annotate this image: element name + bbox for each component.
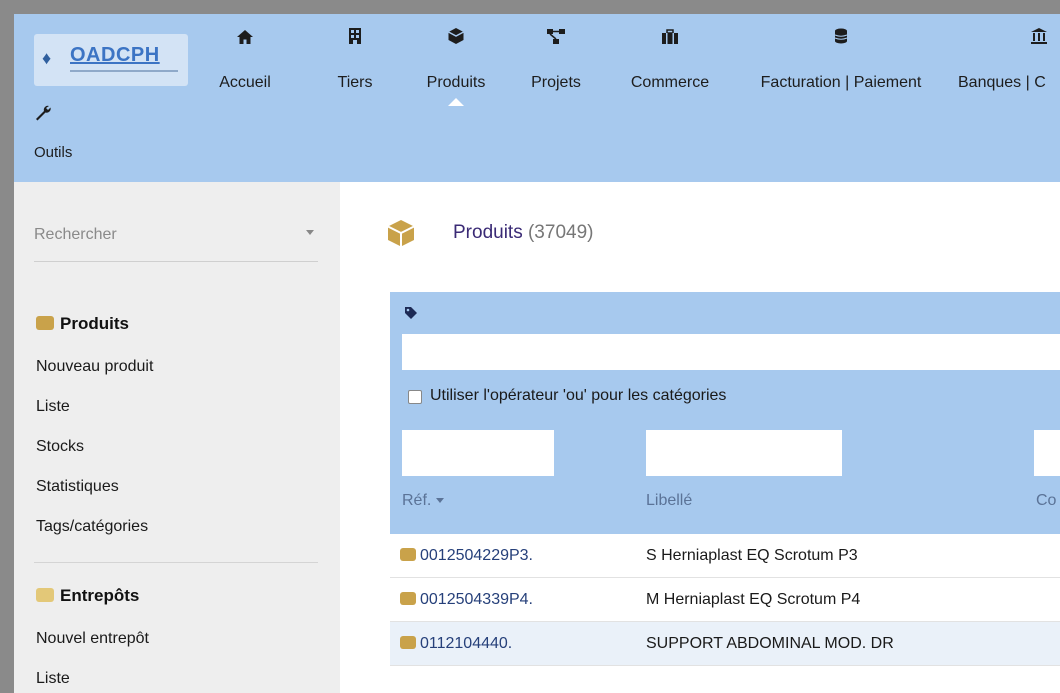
- sidebar-section-entrepots[interactable]: Entrepôts: [36, 586, 139, 606]
- search-input[interactable]: [34, 220, 294, 250]
- column-header-ref[interactable]: Réf.: [402, 492, 445, 510]
- product-ref-link[interactable]: 0012504229P3.: [400, 547, 533, 565]
- menu-item-accueil[interactable]: Accueil: [210, 26, 280, 106]
- sidebar-item-statistiques[interactable]: Statistiques: [36, 478, 119, 496]
- left-sidebar: Produits Nouveau produit Liste Stocks St…: [14, 182, 340, 693]
- product-count: (37049): [527, 222, 594, 243]
- product-ref-link[interactable]: 0112104440.: [400, 635, 512, 653]
- column-header-libelle[interactable]: Libellé: [646, 492, 692, 510]
- app-window: ♦ OADCPH Accueil Tiers Produits Projets …: [14, 14, 1060, 693]
- table-row[interactable]: 0112104440. SUPPORT ABDOMINAL MOD. DR: [390, 622, 1060, 666]
- boxes-icon: [36, 588, 54, 602]
- sitemap-icon: [524, 26, 588, 54]
- ref-filter-input[interactable]: [402, 430, 554, 476]
- menu-label: Accueil: [219, 74, 271, 91]
- coins-icon: [734, 26, 948, 54]
- cube-icon: [36, 316, 54, 330]
- sidebar-item-tags-categories[interactable]: Tags/catégories: [36, 518, 148, 536]
- menu-label: Facturation | Paiement: [760, 74, 922, 91]
- table-row[interactable]: 0012504229P3. S Herniaplast EQ Scrotum P…: [390, 534, 1060, 578]
- column-header-co[interactable]: Co: [1036, 492, 1056, 510]
- column-label: Réf.: [402, 492, 432, 509]
- cube-icon: [416, 26, 496, 54]
- category-tags-input[interactable]: [402, 334, 1060, 370]
- tag-icon: [405, 307, 417, 319]
- wrench-icon: [34, 102, 94, 130]
- table-row[interactable]: 0012504339P4. M Herniaplast EQ Scrotum P…: [390, 578, 1060, 622]
- ref-text: 0012504339P4.: [420, 591, 533, 608]
- sidebar-section-produits[interactable]: Produits: [36, 314, 129, 334]
- sidebar-item-liste-entrepots[interactable]: Liste: [36, 670, 70, 688]
- sidebar-item-stocks[interactable]: Stocks: [36, 438, 84, 456]
- logo-people-icon: ♦: [42, 48, 52, 68]
- menu-label: Banques | C: [958, 74, 1046, 91]
- building-icon: [330, 26, 380, 54]
- sidebar-divider: [34, 562, 318, 563]
- cube-icon: [400, 548, 416, 561]
- logo-tagline: [70, 70, 178, 72]
- chevron-down-icon[interactable]: [306, 230, 314, 235]
- product-label: M Herniaplast EQ Scrotum P4: [646, 591, 861, 608]
- sort-down-icon: [436, 498, 445, 503]
- menu-label: Produits: [426, 74, 486, 91]
- libelle-filter-input[interactable]: [646, 430, 842, 476]
- menu-item-banques[interactable]: Banques | C: [958, 26, 1060, 106]
- home-icon: [210, 26, 280, 54]
- page-title: Produits (37049): [453, 222, 593, 244]
- menu-item-projets[interactable]: Projets: [524, 26, 588, 106]
- logo-text: OADCPH: [70, 44, 160, 66]
- active-indicator: [448, 98, 464, 106]
- sidebar-search[interactable]: [34, 212, 318, 262]
- or-operator-label: Utiliser l'opérateur 'ou' pour les catég…: [430, 387, 727, 404]
- category-filter-panel: Utiliser l'opérateur 'ou' pour les catég…: [390, 292, 1060, 412]
- main-content: Produits (37049) Utiliser l'opérateur 'o…: [340, 182, 1060, 693]
- section-title: Entrepôts: [60, 586, 140, 605]
- or-operator-checkbox[interactable]: [408, 390, 422, 404]
- bank-icon: [958, 26, 1060, 54]
- co-filter-input[interactable]: [1034, 430, 1060, 476]
- product-label: S Herniaplast EQ Scrotum P3: [646, 547, 858, 564]
- menu-item-outils[interactable]: Outils: [34, 102, 94, 172]
- menu-item-commerce[interactable]: Commerce: [618, 26, 722, 106]
- top-menu-bar: ♦ OADCPH Accueil Tiers Produits Projets …: [14, 14, 1060, 182]
- product-ref-link[interactable]: 0012504339P4.: [400, 591, 533, 609]
- menu-item-produits[interactable]: Produits: [416, 26, 496, 106]
- cube-icon: [387, 220, 415, 247]
- menu-label: Tiers: [337, 74, 373, 91]
- page-title-text: Produits: [453, 222, 523, 243]
- ref-text: 0112104440.: [420, 635, 513, 652]
- sidebar-item-liste[interactable]: Liste: [36, 398, 70, 416]
- menu-label: Commerce: [630, 74, 710, 91]
- menu-label: Projets: [531, 74, 581, 91]
- suitcase-icon: [618, 26, 722, 54]
- menu-label: Outils: [34, 144, 73, 161]
- sidebar-item-nouveau-produit[interactable]: Nouveau produit: [36, 358, 153, 376]
- ref-text: 0012504229P3.: [420, 547, 533, 564]
- product-label: SUPPORT ABDOMINAL MOD. DR: [646, 635, 894, 652]
- section-title: Produits: [60, 314, 129, 333]
- cube-icon: [400, 636, 416, 649]
- sidebar-item-nouvel-entrepot[interactable]: Nouvel entrepôt: [36, 630, 149, 648]
- menu-item-facturation[interactable]: Facturation | Paiement: [734, 26, 948, 106]
- menu-item-tiers[interactable]: Tiers: [330, 26, 380, 106]
- company-logo[interactable]: ♦ OADCPH: [34, 34, 188, 86]
- table-header: Réf. Libellé Co: [390, 412, 1060, 534]
- cube-icon: [400, 592, 416, 605]
